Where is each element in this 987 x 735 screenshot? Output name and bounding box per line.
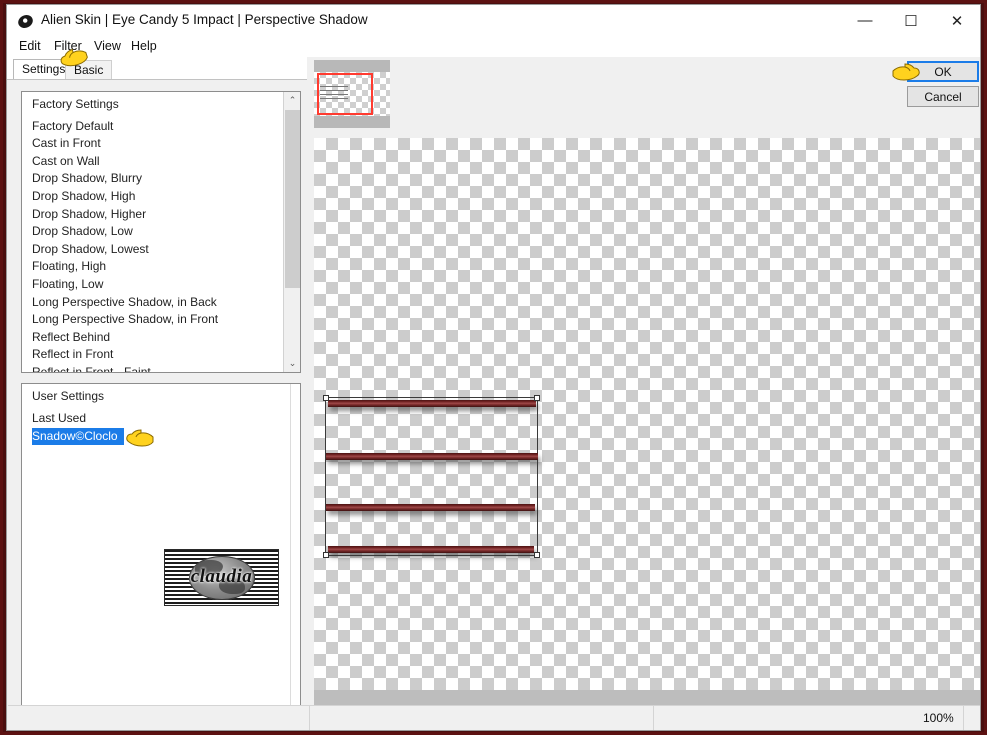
minimize-button[interactable]: — bbox=[842, 5, 888, 36]
list-item[interactable]: Drop Shadow, Lowest bbox=[22, 240, 284, 258]
factory-settings-header: Factory Settings bbox=[32, 97, 119, 112]
menu-item-help[interactable]: Help bbox=[127, 38, 161, 54]
list-item[interactable]: Reflect in Front - Faint bbox=[22, 364, 284, 372]
window-title: Alien Skin | Eye Candy 5 Impact | Perspe… bbox=[41, 12, 368, 27]
preview-panel: Preview Background: None ⌄ bbox=[309, 57, 980, 705]
menu-item-filter[interactable]: Filter bbox=[50, 38, 86, 54]
navigator-thumbnail[interactable] bbox=[314, 60, 390, 128]
settings-panel: Factory Settings Factory Default Cast in… bbox=[8, 80, 308, 730]
watermark-text: claudia bbox=[190, 565, 253, 587]
zoom-level-indicator: 100% bbox=[923, 711, 954, 725]
selection-handle-top-right[interactable] bbox=[534, 395, 540, 401]
selection-handle-bottom-left[interactable] bbox=[323, 552, 329, 558]
list-item[interactable]: Reflect Behind bbox=[22, 328, 284, 346]
artwork-bar bbox=[326, 453, 538, 460]
plugin-window: Alien Skin | Eye Candy 5 Impact | Perspe… bbox=[6, 4, 981, 731]
selection-handle-bottom-right[interactable] bbox=[534, 552, 540, 558]
menu-item-edit[interactable]: Edit bbox=[15, 38, 45, 54]
scroll-up-icon[interactable]: ⌃ bbox=[284, 92, 300, 109]
menu-bar: Edit Filter View Help bbox=[7, 37, 980, 57]
factory-settings-box: Factory Settings Factory Default Cast in… bbox=[21, 91, 301, 373]
list-item[interactable]: Floating, Low bbox=[22, 276, 284, 294]
scroll-down-icon[interactable]: ⌄ bbox=[284, 355, 300, 372]
status-divider bbox=[963, 706, 964, 730]
ok-button[interactable]: OK bbox=[907, 61, 979, 82]
menu-item-view[interactable]: View bbox=[90, 38, 125, 54]
list-item[interactable]: Drop Shadow, High bbox=[22, 188, 284, 206]
list-item[interactable]: Last Used bbox=[22, 409, 284, 427]
list-item-selected[interactable]: Snadow©Cloclo bbox=[32, 427, 124, 446]
selection-rectangle[interactable] bbox=[323, 395, 540, 558]
claudia-watermark: claudia bbox=[164, 549, 279, 606]
user-settings-list[interactable]: User Settings Last Used Snadow©Cloclo bbox=[22, 384, 284, 446]
list-item[interactable]: Long Perspective Shadow, in Front bbox=[22, 311, 284, 329]
factory-list-scrollbar[interactable]: ⌃ ⌄ bbox=[283, 92, 300, 372]
maximize-button[interactable]: ☐ bbox=[888, 5, 934, 36]
list-item[interactable]: Drop Shadow, Blurry bbox=[22, 170, 284, 188]
selection-handle-top-left[interactable] bbox=[323, 395, 329, 401]
status-divider bbox=[309, 706, 310, 730]
outer-frame: Alien Skin | Eye Candy 5 Impact | Perspe… bbox=[0, 0, 987, 735]
list-item[interactable]: Cast in Front bbox=[22, 135, 284, 153]
tab-basic[interactable]: Basic bbox=[65, 60, 113, 80]
cancel-button[interactable]: Cancel bbox=[907, 86, 979, 107]
list-item[interactable]: Drop Shadow, Higher bbox=[22, 205, 284, 223]
list-item[interactable]: Cast on Wall bbox=[22, 152, 284, 170]
artwork-bar bbox=[328, 546, 534, 553]
close-button[interactable]: ✕ bbox=[934, 5, 980, 36]
title-bar: Alien Skin | Eye Candy 5 Impact | Perspe… bbox=[7, 5, 980, 37]
list-item[interactable]: Factory Default bbox=[22, 117, 284, 135]
scrollbar-thumb[interactable] bbox=[285, 110, 300, 288]
navigator-viewport-rect[interactable] bbox=[317, 73, 373, 115]
status-bar: 100% bbox=[8, 705, 980, 730]
artwork-bar bbox=[328, 400, 536, 407]
alien-skin-icon bbox=[18, 15, 33, 28]
canvas-horizontal-scrollbar[interactable] bbox=[314, 690, 980, 705]
user-list-scrollbar[interactable] bbox=[290, 384, 300, 730]
preview-canvas[interactable] bbox=[314, 138, 980, 690]
list-item[interactable]: Floating, High bbox=[22, 258, 284, 276]
list-item[interactable]: Drop Shadow, Low bbox=[22, 223, 284, 241]
scrollbar-thumb[interactable] bbox=[314, 690, 974, 705]
artwork-bar bbox=[326, 504, 535, 511]
factory-settings-list[interactable]: Factory Settings Factory Default Cast in… bbox=[22, 92, 284, 372]
tab-strip: Settings Basic bbox=[7, 57, 307, 80]
user-settings-header: User Settings bbox=[32, 389, 105, 404]
list-item[interactable]: Long Perspective Shadow, in Back bbox=[22, 293, 284, 311]
list-item[interactable]: Reflect in Front bbox=[22, 346, 284, 364]
status-divider bbox=[653, 706, 654, 730]
